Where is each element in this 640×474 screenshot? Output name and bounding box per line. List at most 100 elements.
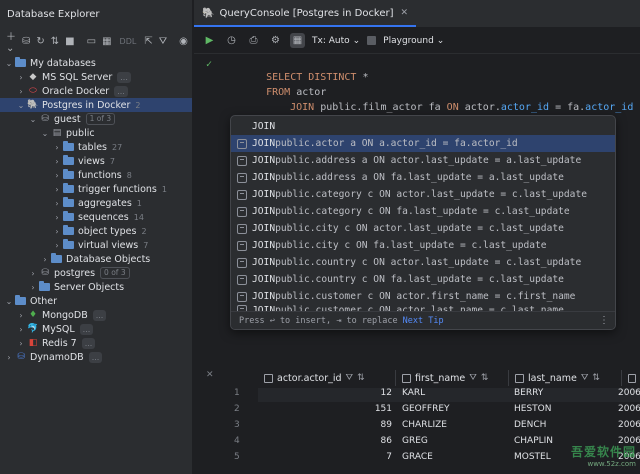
- completion-item[interactable]: JOIN public.address a ON fa.last_update …: [231, 169, 615, 186]
- chevron-down-icon[interactable]: ⌄: [16, 101, 26, 110]
- tree-item-database-objects[interactable]: › Database Objects: [0, 252, 192, 266]
- tree-item-postgres-in-docker[interactable]: ⌄ 🐘 Postgres in Docker 2: [0, 98, 192, 112]
- tree-item-guest[interactable]: ⌄ ⛁ guest 1 of 3: [0, 112, 192, 126]
- sort-icon[interactable]: ⇅: [357, 373, 365, 383]
- grid-icon[interactable]: ▦: [290, 33, 305, 48]
- chevron-down-icon[interactable]: ⌄: [4, 297, 14, 306]
- eye-icon[interactable]: ◉: [179, 34, 188, 48]
- data-source-icon[interactable]: ⛁: [22, 34, 30, 48]
- cell-actor-id[interactable]: 89: [258, 420, 392, 430]
- chevron-right-icon[interactable]: ›: [28, 269, 38, 278]
- tree-item-redis[interactable]: › ◧ Redis 7 ...: [0, 336, 192, 350]
- chevron-right-icon[interactable]: ›: [40, 255, 50, 264]
- history-icon[interactable]: ◷: [224, 33, 239, 48]
- chevron-right-icon[interactable]: ›: [52, 213, 62, 222]
- sort-icon[interactable]: ⇅: [481, 373, 489, 383]
- tree-item-tables[interactable]: › tables 27: [0, 140, 192, 154]
- cell-actor-id[interactable]: 86: [258, 436, 392, 446]
- tree-item-functions[interactable]: › functions 8: [0, 168, 192, 182]
- completion-popup[interactable]: JOIN JOIN public.actor a ON a.actor_id =…: [230, 115, 616, 330]
- console-icon[interactable]: ▭: [87, 34, 96, 48]
- completion-item[interactable]: JOIN: [231, 118, 615, 135]
- tab-query-console[interactable]: 🐘 QueryConsole [Postgres in Docker] ✕: [194, 0, 417, 27]
- more-icon[interactable]: ⋮: [599, 315, 609, 326]
- tree-item-my-databases[interactable]: ⌄ My databases: [0, 56, 192, 70]
- tree-item-object-types[interactable]: › object types 2: [0, 224, 192, 238]
- ddl-button[interactable]: DDL: [118, 37, 139, 46]
- chevron-down-icon[interactable]: ⌄: [40, 129, 50, 138]
- chevron-right-icon[interactable]: ›: [16, 73, 26, 82]
- cell-last-update[interactable]: 2006: [618, 404, 640, 414]
- chevron-down-icon[interactable]: ⌄: [28, 115, 38, 124]
- chevron-right-icon[interactable]: ›: [52, 143, 62, 152]
- chevron-right-icon[interactable]: ›: [16, 325, 26, 334]
- cell-last-name[interactable]: BERRY: [514, 388, 614, 398]
- tree-item-postgres[interactable]: › ⛁ postgres 0 of 3: [0, 266, 192, 280]
- filter-icon[interactable]: ⛛: [159, 34, 167, 48]
- sync-icon[interactable]: ⇅: [51, 34, 59, 48]
- completion-item[interactable]: JOIN public.city c ON actor.last_update …: [231, 220, 615, 237]
- completion-item[interactable]: JOIN public.country c ON actor.last_upda…: [231, 254, 615, 271]
- next-tip-link[interactable]: Next Tip: [403, 316, 444, 326]
- tree-item-trigger-functions[interactable]: › trigger functions 1: [0, 182, 192, 196]
- cell-last-update[interactable]: 2006: [618, 388, 640, 398]
- tree-item-views[interactable]: › views 7: [0, 154, 192, 168]
- tree-item-aggregates[interactable]: › aggregates 1: [0, 196, 192, 210]
- chevron-right-icon[interactable]: ›: [52, 171, 62, 180]
- tree-item-oracle[interactable]: › ⬭ Oracle Docker ...: [0, 84, 192, 98]
- tree-item-sequences[interactable]: › sequences 14: [0, 210, 192, 224]
- chevron-right-icon[interactable]: ›: [52, 227, 62, 236]
- chevron-right-icon[interactable]: ›: [16, 87, 26, 96]
- column-header-actor-id[interactable]: actor.actor_id ⛛ ⇅: [258, 370, 396, 386]
- cell-first-name[interactable]: GEOFFREY: [402, 404, 502, 414]
- completion-item[interactable]: JOIN public.category c ON fa.last_update…: [231, 203, 615, 220]
- tree-item-mongodb[interactable]: › ♦ MongoDB ...: [0, 308, 192, 322]
- chevron-right-icon[interactable]: ›: [16, 339, 26, 348]
- completion-item[interactable]: JOIN public.address a ON actor.last_upda…: [231, 152, 615, 169]
- cell-actor-id[interactable]: 12: [258, 388, 392, 398]
- chevron-right-icon[interactable]: ›: [16, 311, 26, 320]
- sort-icon[interactable]: ⇅: [592, 373, 600, 383]
- cell-last-update[interactable]: 2006: [618, 420, 640, 430]
- add-icon[interactable]: ＋⌄: [6, 32, 16, 54]
- settings-icon[interactable]: ⚙: [268, 33, 283, 48]
- completion-item[interactable]: JOIN public.country c ON fa.last_update …: [231, 271, 615, 288]
- tree-item-public[interactable]: ⌄ ▤ public: [0, 126, 192, 140]
- table-row[interactable]: 2 151 GEOFFREY HESTON 2006: [194, 404, 640, 418]
- completion-item[interactable]: JOIN public.category c ON actor.last_upd…: [231, 186, 615, 203]
- table-row[interactable]: 3 89 CHARLIZE DENCH 2006: [194, 420, 640, 434]
- chevron-right-icon[interactable]: ›: [52, 157, 62, 166]
- cell-actor-id[interactable]: 7: [258, 452, 392, 462]
- table-icon[interactable]: ▦: [102, 34, 111, 48]
- completion-item[interactable]: JOIN public.actor a ON a.actor_id = fa.a…: [231, 135, 615, 152]
- chevron-right-icon[interactable]: ›: [52, 241, 62, 250]
- tree-item-virtual-views[interactable]: › virtual views 7: [0, 238, 192, 252]
- cell-first-name[interactable]: GRACE: [402, 452, 502, 462]
- stop-icon[interactable]: ■: [65, 34, 74, 48]
- tree-item-server-objects[interactable]: › Server Objects: [0, 280, 192, 294]
- tree-item-mysql[interactable]: › 🐬 MySQL ...: [0, 322, 192, 336]
- cell-first-name[interactable]: KARL: [402, 388, 502, 398]
- filter-icon[interactable]: ⛛: [581, 373, 589, 383]
- cell-first-name[interactable]: GREG: [402, 436, 502, 446]
- cell-actor-id[interactable]: 151: [258, 404, 392, 414]
- column-header-last-update[interactable]: [622, 370, 640, 386]
- explain-icon[interactable]: ⎙: [246, 33, 261, 48]
- cell-last-name[interactable]: DENCH: [514, 420, 614, 430]
- transaction-mode-dropdown[interactable]: Tx: Auto ⌄: [312, 36, 360, 46]
- completion-item[interactable]: JOIN public.customer c ON actor.first_na…: [231, 288, 615, 305]
- cell-last-name[interactable]: HESTON: [514, 404, 614, 414]
- refresh-icon[interactable]: ↻: [36, 34, 44, 48]
- run-icon[interactable]: ▶: [202, 33, 217, 48]
- chevron-right-icon[interactable]: ›: [4, 353, 14, 362]
- column-header-last-name[interactable]: last_name ⛛ ⇅: [509, 370, 622, 386]
- chevron-down-icon[interactable]: ⌄: [4, 59, 14, 68]
- cell-first-name[interactable]: CHARLIZE: [402, 420, 502, 430]
- table-row[interactable]: 1 12 KARL BERRY 2006: [194, 388, 640, 402]
- schema-dropdown[interactable]: Playground ⌄: [383, 36, 444, 46]
- navigate-icon[interactable]: ⇱: [144, 34, 152, 48]
- filter-icon[interactable]: ⛛: [346, 373, 354, 383]
- chevron-right-icon[interactable]: ›: [28, 283, 38, 292]
- tree-item-other[interactable]: ⌄ Other: [0, 294, 192, 308]
- close-icon[interactable]: ✕: [401, 8, 409, 18]
